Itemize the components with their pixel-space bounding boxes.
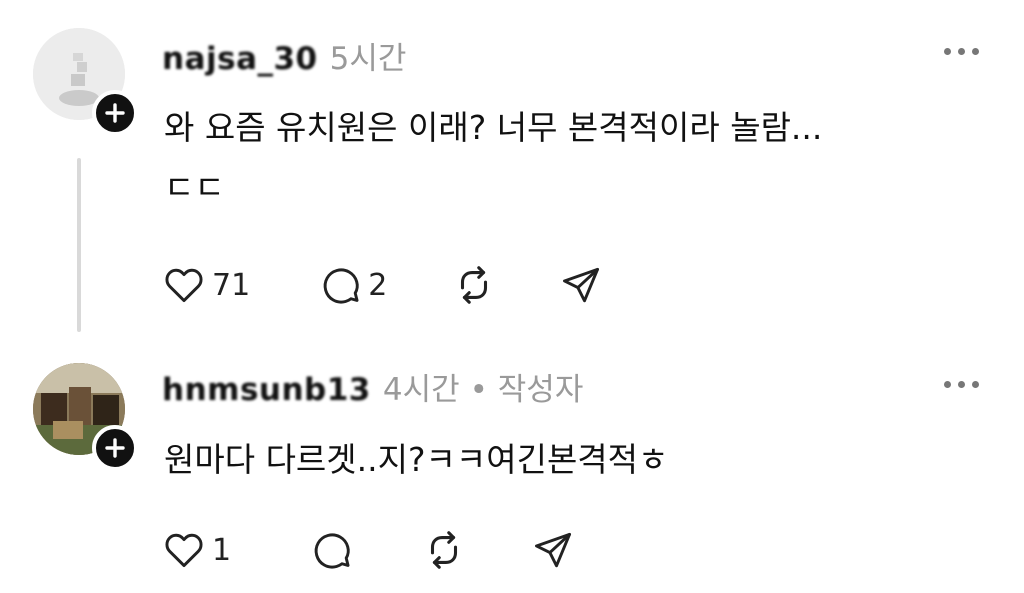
reply-count: 2	[368, 267, 388, 303]
comment-header: hnmsunb13 4시간 • 작성자	[162, 364, 583, 409]
thread-line	[77, 158, 81, 332]
repost-button[interactable]	[421, 527, 467, 573]
action-bar: 1	[162, 527, 575, 573]
share-button[interactable]	[531, 528, 575, 572]
follow-button[interactable]	[92, 425, 138, 471]
comment-icon	[323, 268, 359, 304]
username[interactable]: najsa_30	[162, 41, 318, 77]
timestamp: 5시간	[329, 41, 407, 77]
like-button[interactable]: 1	[162, 528, 231, 572]
username[interactable]: hnmsunb13	[162, 372, 371, 408]
more-icon	[944, 381, 951, 388]
comment-text: 원마다 다르겟..지?ㅋㅋ여긴본격적ㅎ	[164, 440, 669, 479]
follow-plus-icon	[105, 438, 125, 458]
follow-button[interactable]	[92, 90, 138, 136]
repost-icon	[461, 266, 488, 304]
comment-text-line2: ㄷㄷ	[164, 168, 225, 207]
comment-1: najsa_30 5시간 와 요즘 유치원은 이래? 너무 본격적이라 놀람..…	[0, 0, 1024, 340]
author-badge: • 작성자	[469, 372, 584, 408]
follow-plus-icon	[105, 103, 125, 123]
more-button[interactable]	[944, 48, 979, 55]
reply-button[interactable]: 2	[318, 263, 387, 307]
share-button[interactable]	[559, 263, 603, 307]
timestamp: 4시간	[382, 372, 460, 408]
comment-2: hnmsunb13 4시간 • 작성자 원마다 다르겟..지?ㅋㅋ여긴본격적ㅎ …	[0, 340, 1024, 593]
more-icon	[944, 48, 951, 55]
reply-button[interactable]	[309, 528, 353, 572]
repost-icon	[431, 531, 458, 569]
like-count: 1	[212, 532, 232, 568]
heart-icon	[165, 268, 203, 303]
like-button[interactable]: 71	[162, 263, 250, 307]
more-button[interactable]	[944, 381, 979, 388]
heart-icon	[165, 533, 203, 568]
repost-button[interactable]	[451, 262, 497, 308]
action-bar: 71 2	[162, 262, 603, 308]
comment-icon	[314, 533, 350, 569]
comment-header: najsa_30 5시간	[162, 33, 406, 78]
comment-text: 와 요즘 유치원은 이래? 너무 본격적이라 놀람...	[164, 108, 823, 147]
share-icon	[563, 267, 600, 303]
like-count: 71	[212, 267, 251, 303]
share-icon	[535, 532, 572, 568]
